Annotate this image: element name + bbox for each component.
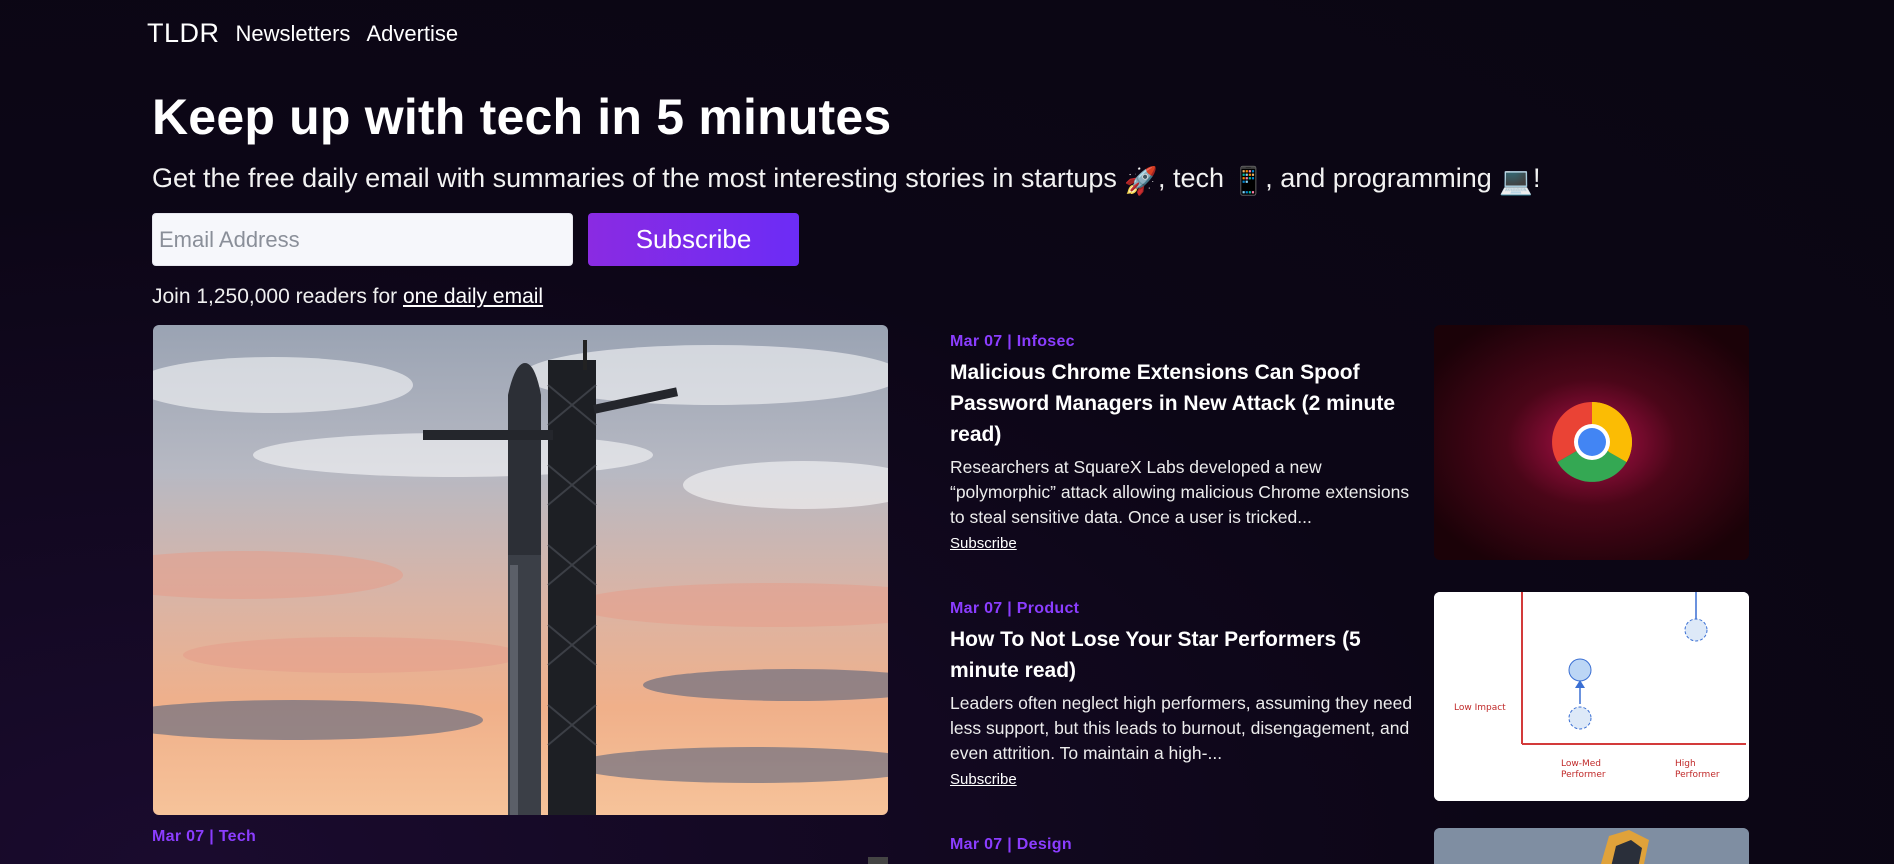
rocket-launch-tower-photo [153, 325, 888, 815]
chart-x-label: Performer [1675, 770, 1720, 780]
chart-x-label: Low-Med [1561, 759, 1601, 769]
chrome-logo-icon [1434, 325, 1749, 560]
article-meta: Mar 07 | Design [950, 836, 1072, 853]
article-title-link[interactable]: Malicious Chrome Extensions Can Spoof Pa… [950, 357, 1420, 450]
hero-title: Keep up with tech in 5 minutes [152, 89, 892, 145]
article-subscribe-link[interactable]: Subscribe [950, 771, 1017, 788]
nav-link-newsletters[interactable]: Newsletters [236, 21, 351, 47]
hero-subtitle-text: , and programming [1265, 163, 1500, 193]
hero-subtitle-text: , tech [1158, 163, 1232, 193]
design-photo [1434, 828, 1749, 864]
one-daily-email-link[interactable]: one daily email [403, 285, 543, 308]
hero-subtitle: Get the free daily email with summaries … [152, 163, 1540, 197]
article-card: Mar 07 | Infosec Malicious Chrome Extens… [950, 333, 1420, 553]
hero-subtitle-text: Get the free daily email with summaries … [152, 163, 1125, 193]
article-meta: Mar 07 | Infosec [950, 333, 1075, 350]
rocket-icon: 🚀 [1124, 166, 1159, 196]
article-card: Mar 07 | Design [950, 836, 1420, 854]
brand-logo[interactable]: TLDR [147, 18, 220, 49]
featured-image[interactable] [153, 325, 888, 815]
article-thumbnail[interactable] [1434, 828, 1749, 864]
chart-x-label: High [1675, 759, 1696, 769]
article-title-link[interactable]: How To Not Lose Your Star Performers (5 … [950, 624, 1420, 686]
hero-subtitle-text: ! [1532, 163, 1541, 193]
subscribe-button[interactable]: Subscribe [588, 213, 799, 266]
scrollbar[interactable] [868, 857, 888, 864]
email-input[interactable] [152, 213, 573, 266]
chart-x-label: Performer [1561, 770, 1606, 780]
top-nav: TLDR Newsletters Advertise [147, 18, 458, 49]
article-description: Leaders often neglect high performers, a… [950, 693, 1413, 763]
laptop-icon: 💻 [1499, 166, 1533, 196]
join-prefix: Join 1,250,000 readers for [152, 285, 403, 308]
article-meta: Mar 07 | Product [950, 600, 1080, 617]
article-card: Mar 07 | Product How To Not Lose Your St… [950, 600, 1420, 789]
featured-meta: Mar 07 | Tech [152, 828, 257, 845]
impact-performer-chart: Low Impact Low-Med Performer High Perfor… [1434, 592, 1749, 801]
join-text: Join 1,250,000 readers for one daily ema… [152, 285, 543, 309]
article-thumbnail[interactable] [1434, 325, 1749, 560]
article-subscribe-link[interactable]: Subscribe [950, 535, 1017, 552]
article-description: Researchers at SquareX Labs developed a … [950, 457, 1410, 527]
nav-link-advertise[interactable]: Advertise [366, 21, 458, 47]
phone-icon: 📱 [1231, 166, 1266, 196]
article-thumbnail[interactable]: Low Impact Low-Med Performer High Perfor… [1434, 592, 1749, 801]
chart-y-label: Low Impact [1454, 703, 1506, 713]
